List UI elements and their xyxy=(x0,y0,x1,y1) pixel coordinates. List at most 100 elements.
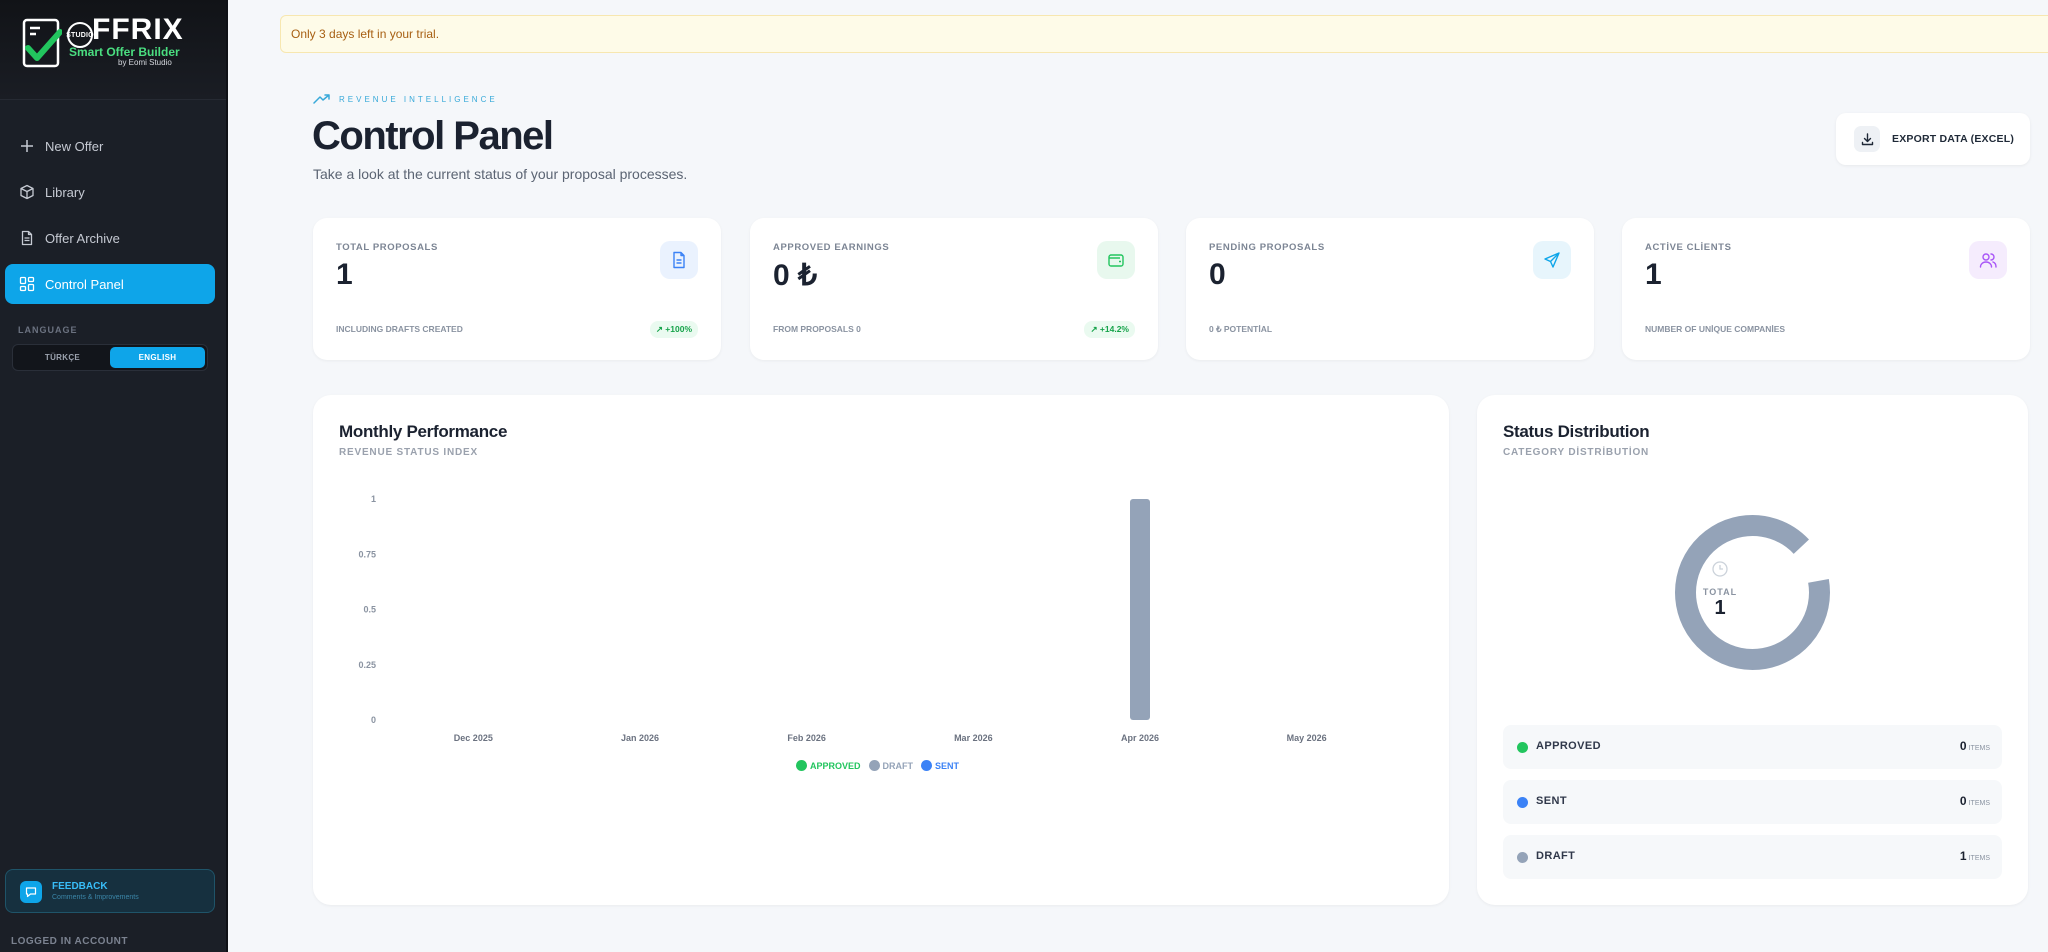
stat-value: 0 ₺ xyxy=(773,259,818,292)
status-unit: ITEMS xyxy=(1968,800,1990,807)
plus-icon xyxy=(21,140,33,152)
y-tick-label: 0.5 xyxy=(363,605,376,615)
status-dot xyxy=(1517,742,1528,753)
x-tick-label: Jan 2026 xyxy=(621,733,659,743)
eyebrow-text: REVENUE INTELLIGENCE xyxy=(339,94,498,104)
language-option-turkce[interactable]: TÜRKÇE xyxy=(15,347,110,368)
export-data-button[interactable]: EXPORT DATA (EXCEL) xyxy=(1836,113,2030,165)
legend-label: SENT xyxy=(935,760,960,771)
panel-subtitle: CATEGORY DİSTRİBUTİON xyxy=(1503,447,1650,458)
language-option-english[interactable]: ENGLISH xyxy=(110,347,205,368)
message-icon xyxy=(20,881,42,903)
logo-check-icon xyxy=(22,18,62,68)
legend-label: DRAFT xyxy=(882,760,914,771)
download-icon xyxy=(1854,126,1880,152)
sidebar-nav: New Offer Library Offer Archive Control … xyxy=(5,126,215,310)
status-count-value: 1 xyxy=(1959,849,1967,863)
sidebar: STUDIO FFRIX Smart Offer Builder by Eomi… xyxy=(0,0,228,952)
donut-total-label: TOTAL xyxy=(1702,587,1738,597)
logo-word: FFRIX xyxy=(92,13,184,46)
sidebar-item-new-offer[interactable]: New Offer xyxy=(5,126,215,166)
sidebar-item-label: Offer Archive xyxy=(45,230,120,246)
x-tick-label: May 2026 xyxy=(1287,733,1327,743)
x-tick-label: Dec 2025 xyxy=(454,733,493,743)
document-icon xyxy=(660,241,698,279)
logo-subtitle: Smart Offer Builder xyxy=(69,45,180,59)
panel-title: Status Distribution xyxy=(1503,422,1650,441)
legend-item-draft[interactable]: DRAFT xyxy=(868,760,914,771)
status-row-draft[interactable]: DRAFT 1 ITEMS xyxy=(1503,835,2002,879)
panel-title: Monthly Performance xyxy=(339,422,508,441)
stat-foot: NUMBER OF UNİQUE COMPANİES xyxy=(1645,324,1786,334)
logo-by: by Eomi Studio xyxy=(118,58,172,67)
sidebar-item-label: Library xyxy=(45,184,85,200)
donut-center: TOTAL 1 xyxy=(1670,560,1770,620)
file-icon xyxy=(21,230,33,246)
status-label: APPROVED xyxy=(1536,740,1601,752)
logo[interactable]: STUDIO FFRIX Smart Offer Builder by Eomi… xyxy=(0,0,226,100)
wallet-icon xyxy=(1097,241,1135,279)
sidebar-item-label: Control Panel xyxy=(45,276,124,292)
status-count: 0 ITEMS xyxy=(1960,794,1990,808)
donut-total-value: 1 xyxy=(1714,597,1726,619)
legend-dot xyxy=(796,760,807,771)
chart-legend: APPROVED DRAFT SENT xyxy=(796,760,967,771)
status-row-approved[interactable]: APPROVED 0 ITEMS xyxy=(1503,725,2002,769)
legend-dot xyxy=(868,760,880,771)
stat-badge: ↗ +100% xyxy=(649,321,698,338)
bar-draft[interactable] xyxy=(1130,499,1150,720)
legend-item-sent[interactable]: SENT xyxy=(921,760,959,771)
status-label: DRAFT xyxy=(1536,850,1576,862)
feedback-subtitle: Comments & Improvements xyxy=(52,894,139,901)
stat-label: PENDİNG PROPOSALS xyxy=(1209,242,1325,253)
status-unit: ITEMS xyxy=(1968,855,1990,862)
status-unit: ITEMS xyxy=(1968,745,1990,752)
status-dot xyxy=(1517,797,1528,808)
logged-in-label: LOGGED IN ACCOUNT xyxy=(11,936,129,947)
clock-icon xyxy=(1712,561,1728,577)
status-dot xyxy=(1517,852,1528,863)
y-tick-label: 0.25 xyxy=(358,660,376,670)
box-icon xyxy=(20,184,34,200)
stat-foot: INCLUDING DRAFTS CREATED xyxy=(336,324,463,334)
status-count-value: 0 xyxy=(1959,739,1967,753)
feedback-title: FEEDBACK xyxy=(52,881,108,892)
page-title: Control Panel xyxy=(312,114,554,158)
stat-label: APPROVED EARNINGS xyxy=(773,242,890,253)
feedback-button[interactable]: FEEDBACK Comments & Improvements xyxy=(5,869,215,913)
stat-badge: ↗ +14.2% xyxy=(1084,321,1135,338)
page-subtitle: Take a look at the current status of you… xyxy=(313,166,688,182)
language-title: LANGUAGE xyxy=(18,325,78,335)
stat-label: ACTİVE CLİENTS xyxy=(1645,242,1732,253)
status-label: SENT xyxy=(1536,795,1567,807)
status-row-sent[interactable]: SENT 0 ITEMS xyxy=(1503,780,2002,824)
sidebar-item-offer-archive[interactable]: Offer Archive xyxy=(5,218,215,258)
trial-banner: Only 3 days left in your trial. xyxy=(280,15,2048,53)
legend-item-approved[interactable]: APPROVED xyxy=(796,760,861,771)
x-tick-label: Feb 2026 xyxy=(787,733,826,743)
monthly-bar-chart: 0 0.25 0.5 0.75 1 Dec 2025 Jan 2026 Feb 2026 Mar… xyxy=(358,494,1327,743)
sidebar-item-control-panel[interactable]: Control Panel xyxy=(5,264,215,304)
y-tick-label: 0 xyxy=(371,715,376,725)
stat-card-total-proposals: TOTAL PROPOSALS 1 INCLUDING DRAFTS CREAT… xyxy=(313,218,721,360)
status-count: 1 ITEMS xyxy=(1960,849,1990,863)
stat-label: TOTAL PROPOSALS xyxy=(336,242,438,253)
stat-foot: 0 ₺ POTENTİAL xyxy=(1209,324,1273,334)
y-tick-label: 1 xyxy=(371,494,376,504)
stat-value: 1 xyxy=(1645,258,1662,291)
users-icon xyxy=(1969,241,2007,279)
status-count-value: 0 xyxy=(1959,794,1967,808)
x-tick-label: Apr 2026 xyxy=(1121,733,1159,743)
trending-up-icon xyxy=(313,94,330,104)
y-tick-label: 0.75 xyxy=(358,549,376,559)
sidebar-item-library[interactable]: Library xyxy=(5,172,215,212)
send-icon xyxy=(1533,241,1571,279)
panel-subtitle: REVENUE STATUS INDEX xyxy=(339,447,478,458)
export-label: EXPORT DATA (EXCEL) xyxy=(1892,133,2015,145)
stat-card-active-clients: ACTİVE CLİENTS 1 NUMBER OF UNİQUE COMPAN… xyxy=(1622,218,2030,360)
stat-foot: FROM PROPOSALS 0 xyxy=(773,324,861,334)
stat-value: 0 xyxy=(1209,258,1226,291)
stat-value: 1 xyxy=(336,258,353,291)
sidebar-item-label: New Offer xyxy=(45,138,104,154)
grid-icon xyxy=(19,276,35,292)
